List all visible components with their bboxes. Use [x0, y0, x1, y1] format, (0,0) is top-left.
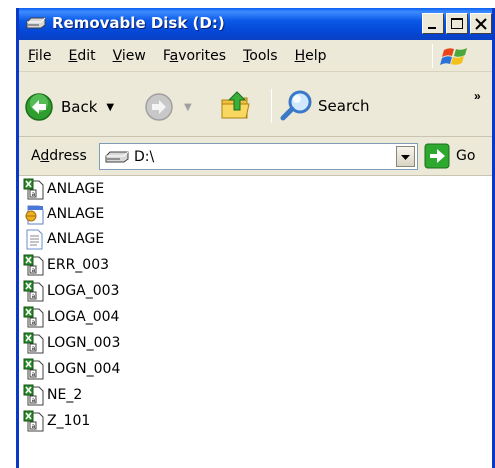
file-name: ANLAGE: [47, 206, 105, 222]
file-item[interactable]: ANLAGE: [23, 203, 104, 225]
explorer-window: Removable Disk (D:) File Edit View Favor…: [16, 8, 495, 468]
address-value: D:\: [134, 149, 155, 165]
file-name: LOGA_004: [47, 309, 120, 325]
window-controls: [422, 13, 492, 34]
file-name: ANLAGE: [47, 181, 105, 197]
svg-text:a: a: [32, 345, 36, 352]
excel-file-icon: a: [23, 254, 45, 276]
excel-file-icon: a: [23, 306, 45, 328]
windows-logo-icon: [440, 48, 467, 65]
file-name: LOGA_003: [47, 283, 120, 299]
excel-file-icon: a: [23, 384, 45, 406]
file-item[interactable]: a ANLAGE: [23, 178, 104, 200]
file-item[interactable]: a LOGA_003: [23, 280, 119, 302]
close-button[interactable]: [470, 13, 492, 34]
address-label: Address: [31, 148, 87, 164]
excel-file-icon: a: [23, 280, 45, 302]
svg-text:a: a: [32, 397, 36, 404]
file-name: LOGN_004: [47, 361, 121, 377]
folder-up-icon: [221, 91, 250, 119]
menu-help[interactable]: Help: [288, 48, 334, 64]
excel-file-icon: a: [23, 358, 45, 380]
file-item[interactable]: a LOGN_004: [23, 358, 120, 380]
go-label: Go: [456, 148, 476, 164]
maximize-button[interactable]: [446, 13, 468, 34]
forward-button[interactable]: ▼: [144, 92, 192, 122]
forward-arrow-icon: [145, 93, 173, 121]
svg-text:a: a: [32, 267, 36, 274]
minimize-button[interactable]: [422, 13, 444, 34]
up-folder-button[interactable]: [219, 88, 253, 122]
excel-file-icon: a: [23, 332, 45, 354]
file-item[interactable]: a ERR_003: [23, 254, 109, 276]
menu-favorites[interactable]: Favorites: [156, 48, 233, 64]
file-name: Z_101: [47, 413, 91, 429]
file-item[interactable]: a LOGN_003: [23, 332, 120, 354]
address-input[interactable]: D:\: [99, 143, 418, 170]
file-name: LOGN_003: [47, 335, 121, 351]
file-item[interactable]: a NE_2: [23, 384, 82, 406]
menu-bar: File Edit View Favorites Tools Help: [19, 40, 492, 72]
address-bar: Address D:\ Go: [19, 138, 492, 176]
file-list: a ANLAGE ANLAGE ANLAGE a ERR_003 a LOGA_003 a LOG…: [19, 176, 492, 468]
menu-separator: [432, 44, 433, 68]
menu-file[interactable]: File: [21, 48, 58, 64]
svg-text:a: a: [32, 293, 36, 300]
search-label: Search: [318, 97, 370, 115]
back-dropdown-icon[interactable]: ▼: [106, 102, 114, 113]
search-button[interactable]: Search: [279, 88, 370, 124]
svg-text:a: a: [32, 319, 36, 326]
svg-text:a: a: [32, 371, 36, 378]
program-file-icon: [23, 203, 45, 225]
toolbar-separator: [271, 89, 272, 123]
text-file-icon: [23, 228, 45, 250]
chevron-down-icon: [401, 155, 410, 160]
title-bar[interactable]: Removable Disk (D:): [19, 8, 492, 40]
standard-toolbar: Back ▼ ▼ Search »: [19, 73, 492, 137]
back-label: Back: [61, 98, 98, 116]
search-icon: [280, 90, 312, 121]
maximize-icon: [451, 18, 463, 29]
minimize-icon: [428, 27, 436, 29]
go-button[interactable]: Go: [424, 143, 475, 169]
forward-dropdown-icon[interactable]: ▼: [184, 102, 192, 113]
file-name: ANLAGE: [47, 231, 105, 247]
menu-view[interactable]: View: [106, 48, 153, 64]
file-item[interactable]: ANLAGE: [23, 228, 104, 250]
file-item[interactable]: a LOGA_004: [23, 306, 119, 328]
window-title: Removable Disk (D:): [52, 14, 225, 32]
file-name: NE_2: [47, 387, 83, 403]
back-button[interactable]: Back ▼: [24, 92, 114, 122]
file-name: ERR_003: [47, 257, 110, 273]
drive-icon: [26, 17, 46, 29]
close-icon: [475, 18, 487, 30]
toolbar-overflow-icon[interactable]: »: [474, 89, 481, 103]
back-arrow-icon: [25, 93, 53, 121]
svg-text:a: a: [32, 191, 36, 198]
drive-icon: [105, 151, 129, 163]
address-dropdown-button[interactable]: [396, 146, 415, 167]
svg-text:a: a: [32, 423, 36, 430]
excel-file-icon: a: [23, 178, 45, 200]
menu-tools[interactable]: Tools: [236, 48, 285, 64]
excel-file-icon: a: [23, 410, 45, 432]
file-item[interactable]: a Z_101: [23, 410, 90, 432]
menu-edit[interactable]: Edit: [61, 48, 102, 64]
go-arrow-icon: [424, 143, 450, 169]
